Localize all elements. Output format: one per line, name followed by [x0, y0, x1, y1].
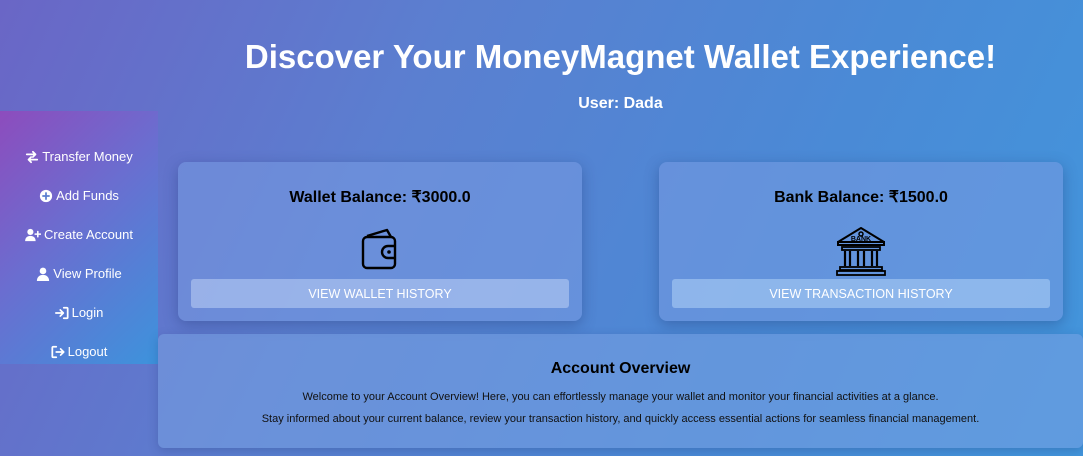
account-overview-paragraph: Stay informed about your current balance… [261, 413, 980, 425]
sidebar-item-logout[interactable]: Logout [0, 332, 158, 371]
bank-icon-label: BANK [851, 236, 871, 243]
user-name-label: User: Dada [578, 95, 663, 112]
sidebar-item-create-account[interactable]: Create Account [0, 215, 158, 254]
wallet-balance-card: Wallet Balance: ₹3000.0 VIEW WALLET HIST… [178, 162, 582, 321]
sidebar-item-label: Transfer Money [42, 149, 133, 164]
sidebar-item-add-funds[interactable]: Add Funds [0, 176, 158, 215]
page-title: Discover Your MoneyMagnet Wallet Experie… [244, 38, 997, 75]
sidebar-item-label: View Profile [53, 266, 122, 281]
exchange-arrows-icon [25, 150, 39, 164]
bank-balance-card: Bank Balance: ₹1500.0 BANK VIEW TRANSACT… [659, 162, 1063, 321]
view-transaction-history-button[interactable]: VIEW TRANSACTION HISTORY [672, 279, 1050, 308]
sidebar-item-view-profile[interactable]: View Profile [0, 254, 158, 293]
view-wallet-history-button[interactable]: VIEW WALLET HISTORY [191, 279, 569, 308]
plus-circle-icon [39, 189, 53, 203]
user-plus-icon [25, 228, 42, 242]
sidebar: Transfer Money Add Funds Create Account … [0, 111, 158, 364]
sidebar-item-label: Create Account [44, 227, 133, 242]
sign-in-icon [54, 306, 69, 320]
bank-balance-title: Bank Balance: ₹1500.0 [774, 189, 948, 206]
user-icon [36, 267, 50, 281]
sidebar-item-label: Add Funds [56, 188, 119, 203]
wallet-balance-title: Wallet Balance: ₹3000.0 [289, 189, 471, 206]
sign-out-icon [51, 345, 65, 359]
sidebar-item-label: Logout [67, 344, 108, 359]
wallet-icon [353, 224, 407, 278]
account-overview-title: Account Overview [550, 360, 691, 377]
account-overview-paragraph: Welcome to your Account Overview! Here, … [302, 391, 939, 403]
bank-icon: BANK [834, 224, 888, 278]
account-overview-panel: Account Overview Welcome to your Account… [158, 334, 1083, 448]
sidebar-item-transfer-money[interactable]: Transfer Money [0, 137, 158, 176]
sidebar-item-label: Login [71, 305, 104, 320]
sidebar-item-login[interactable]: Login [0, 293, 158, 332]
